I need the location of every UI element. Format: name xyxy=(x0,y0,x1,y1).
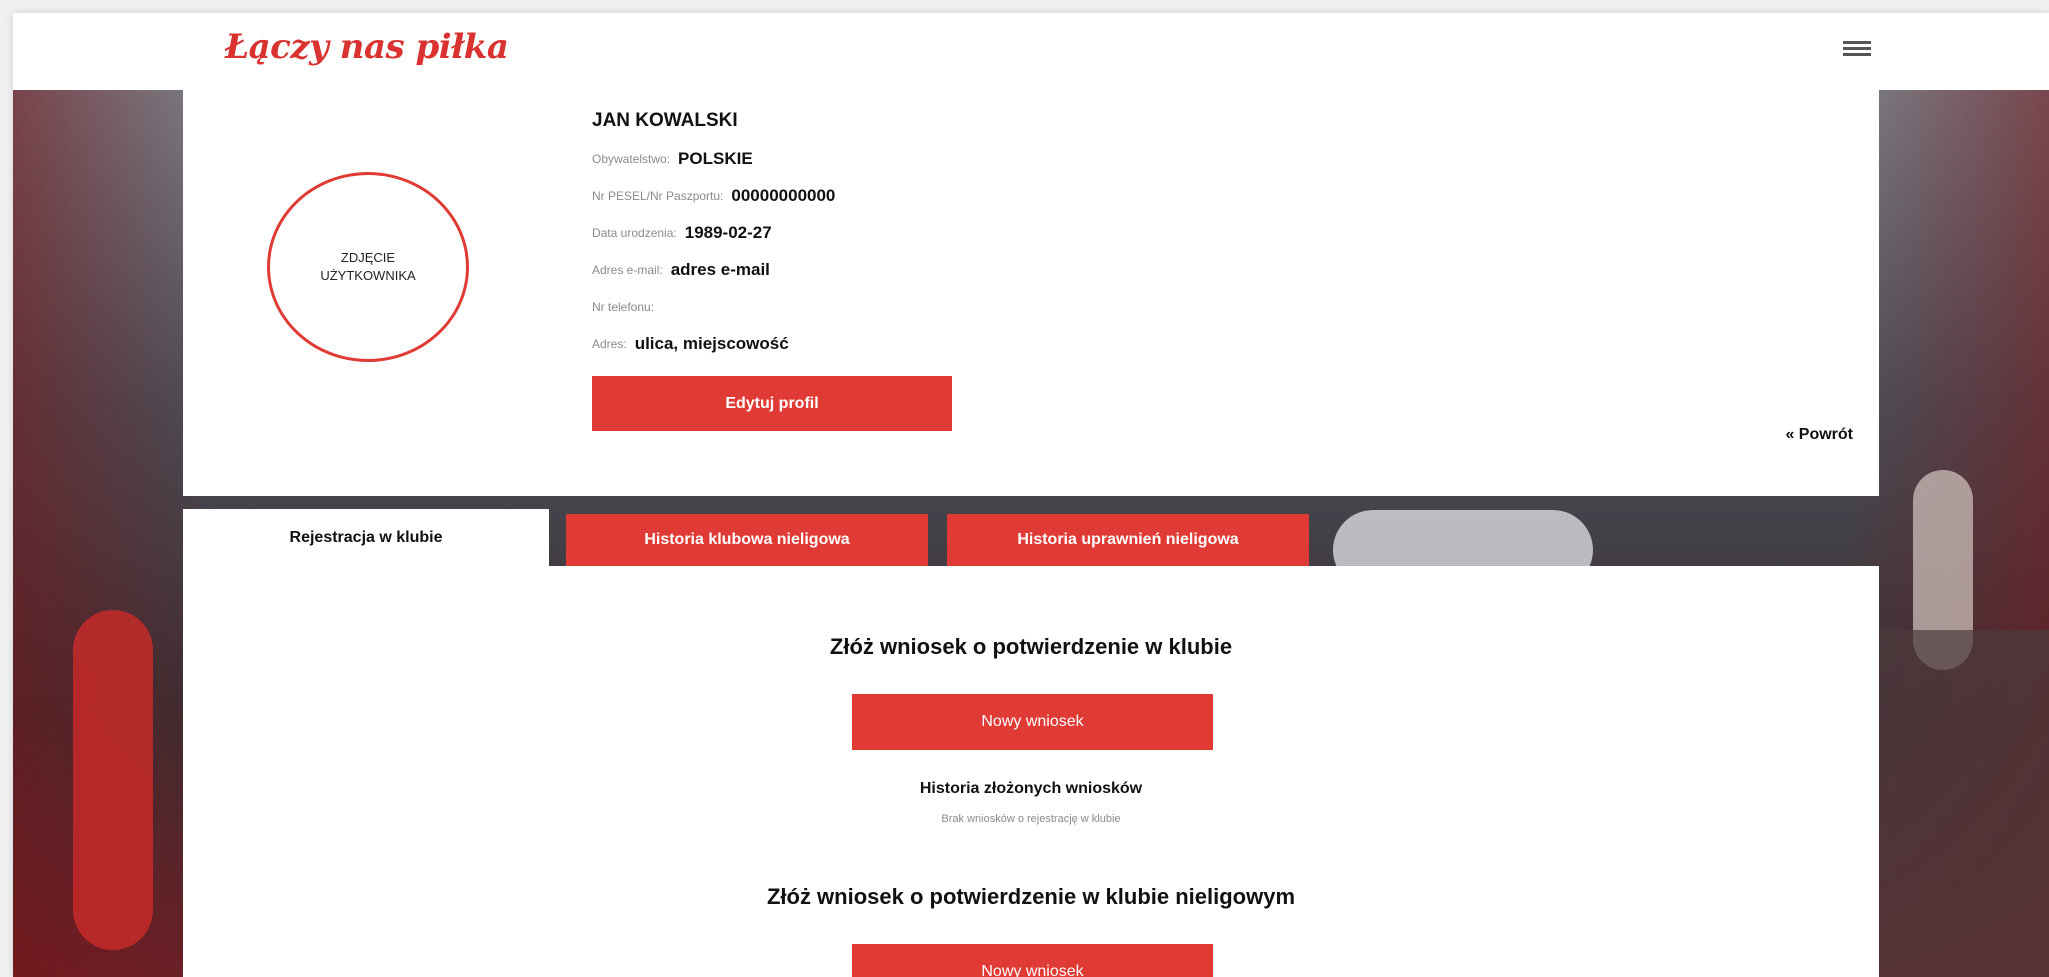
field-value: ulica, miejscowość xyxy=(634,333,789,353)
history-title: Historia złożonych wniosków xyxy=(919,780,1143,797)
section-heading: Złóż wniosek o potwierdzenie w klubie xyxy=(829,634,1233,659)
hamburger-icon[interactable] xyxy=(1843,41,1871,61)
tab-club-registration[interactable]: Rejestracja w klubie xyxy=(183,509,549,566)
field-label: Adres: xyxy=(592,336,627,351)
field-address: Adres: ulica, miejscowość xyxy=(592,325,835,362)
tab-content-panel: Złóż wniosek o potwierdzenie w klubie No… xyxy=(183,566,1879,977)
field-pesel: Nr PESEL/Nr Paszportu: 00000000000 xyxy=(592,177,835,214)
field-value: 1989-02-27 xyxy=(684,222,772,242)
profile-info: JAN KOWALSKI Obywatelstwo: POLSKIE Nr PE… xyxy=(592,110,835,362)
edit-profile-button[interactable]: Edytuj profil xyxy=(592,376,952,431)
field-birthdate: Data urodzenia: 1989-02-27 xyxy=(592,214,835,251)
user-photo-label: ZDJĘCIE UŻYTKOWNIKA xyxy=(320,250,416,283)
field-citizenship: Obywatelstwo: POLSKIE xyxy=(592,140,835,177)
field-label: Obywatelstwo: xyxy=(592,151,671,166)
tab-club-history-nonleague[interactable]: Historia klubowa nieligowa xyxy=(566,514,928,566)
field-label: Nr PESEL/Nr Paszportu: xyxy=(592,188,724,203)
back-link[interactable]: « Powrót xyxy=(1743,426,1853,444)
field-label: Nr telefonu: xyxy=(592,299,655,314)
app-frame: Łączy nas piłka ZDJĘCIE UŻYTKOWNIKA JAN … xyxy=(13,13,2049,977)
field-phone: Nr telefonu: xyxy=(592,288,835,325)
new-application-nonleague-button[interactable]: Nowy wniosek xyxy=(852,944,1213,977)
field-email: Adres e-mail: adres e-mail xyxy=(592,251,835,288)
user-name: JAN KOWALSKI xyxy=(592,110,738,131)
section-heading-nonleague: Złóż wniosek o potwierdzenie w klubie ni… xyxy=(766,884,1296,909)
field-value: adres e-mail xyxy=(670,259,770,279)
new-application-button[interactable]: Nowy wniosek xyxy=(852,694,1213,750)
profile-card: ZDJĘCIE UŻYTKOWNIKA JAN KOWALSKI Obywate… xyxy=(183,90,1879,496)
top-bar: Łączy nas piłka xyxy=(13,13,2049,91)
field-label: Adres e-mail: xyxy=(592,262,663,277)
field-value: 00000000000 xyxy=(731,185,836,205)
brand-logo[interactable]: Łączy nas piłka xyxy=(225,27,509,67)
field-value: POLSKIE xyxy=(678,148,753,168)
tab-permissions-history-nonleague[interactable]: Historia uprawnień nieligowa xyxy=(947,514,1309,566)
user-photo-placeholder: ZDJĘCIE UŻYTKOWNIKA xyxy=(267,172,469,362)
field-label: Data urodzenia: xyxy=(592,225,677,240)
history-empty-message: Brak wniosków o rejestrację w klubie xyxy=(941,813,1121,825)
